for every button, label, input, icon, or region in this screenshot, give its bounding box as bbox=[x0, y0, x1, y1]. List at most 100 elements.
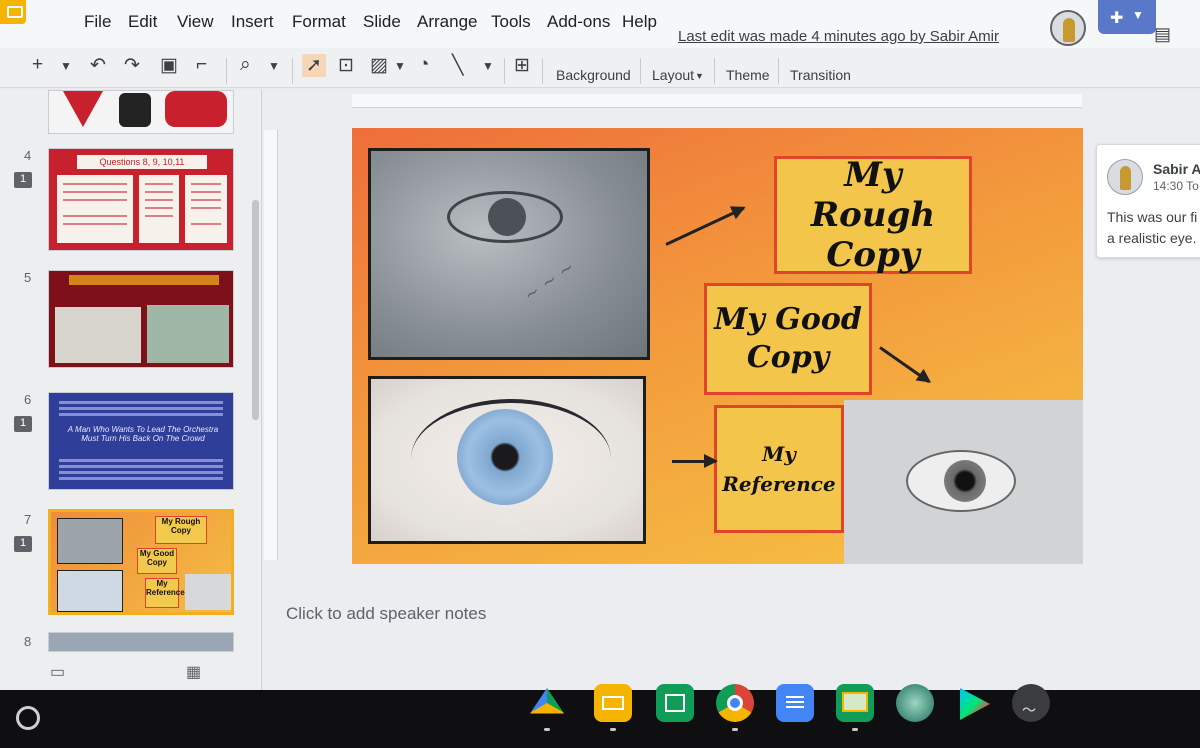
thumb-header bbox=[69, 275, 219, 285]
google-slides-icon[interactable] bbox=[594, 684, 632, 731]
commenter-avatar bbox=[1107, 159, 1143, 195]
slide-number: 5 bbox=[24, 270, 32, 285]
select-cursor-icon[interactable]: ➚ bbox=[302, 54, 326, 77]
arrow-to-good-copy[interactable] bbox=[879, 346, 931, 384]
horizontal-ruler bbox=[352, 94, 1082, 108]
slide-thumbnail-3-partial[interactable] bbox=[48, 90, 234, 134]
paint-format-icon[interactable]: ⌐ bbox=[196, 54, 207, 76]
menu-edit[interactable]: Edit bbox=[128, 12, 157, 32]
menu-addons[interactable]: Add-ons bbox=[547, 12, 610, 32]
comment-line: This was our fi bbox=[1107, 209, 1198, 225]
menu-slide[interactable]: Slide bbox=[363, 12, 401, 32]
toolbar-divider bbox=[542, 58, 543, 84]
last-edit-link[interactable]: Last edit was made 4 minutes ago by Sabi… bbox=[678, 28, 999, 45]
comment-author: Sabir A bbox=[1153, 161, 1200, 177]
theme-button[interactable]: Theme bbox=[726, 67, 770, 83]
slide-thumbnail-6[interactable]: A Man Who Wants To Lead The Orchestra Mu… bbox=[48, 392, 234, 490]
thumb-image bbox=[147, 305, 229, 363]
menu-arrange[interactable]: Arrange bbox=[417, 12, 477, 32]
current-slide[interactable]: ~ ~ ~ My Rough Copy My Good Copy My Refe… bbox=[352, 128, 1083, 564]
line-chevron-icon[interactable]: ▼ bbox=[482, 59, 494, 73]
toolbar: + ▼ ↶ ↷ ▣ ⌐ ⌕ ▼ ➚ ⊡ ▨ ▼ ◔ ╲ ▼ ⊞ Backgrou… bbox=[0, 48, 1200, 88]
comment-count-icon[interactable] bbox=[14, 536, 32, 552]
image-chevron-icon[interactable]: ▼ bbox=[394, 59, 406, 73]
speaker-notes-field[interactable]: Click to add speaker notes bbox=[286, 604, 486, 624]
google-docs-icon[interactable] bbox=[776, 684, 814, 722]
redo-icon[interactable]: ↷ bbox=[124, 54, 140, 77]
thumb-label: My Reference bbox=[145, 578, 185, 608]
user-avatar[interactable] bbox=[1050, 10, 1086, 46]
menu-tools[interactable]: Tools bbox=[491, 12, 531, 32]
comments-icon[interactable]: ▤ bbox=[1154, 24, 1171, 45]
zoom-icon[interactable]: ⌕ bbox=[240, 54, 251, 76]
thumb-text-box bbox=[57, 175, 133, 243]
slide-number: 6 bbox=[24, 392, 32, 407]
menu-bar: File Edit View Insert Format Slide Arran… bbox=[0, 0, 1200, 48]
new-slide-chevron-icon[interactable]: ▼ bbox=[60, 59, 72, 73]
addons-button[interactable]: ✚ ▼ bbox=[1098, 0, 1156, 34]
slide-thumbnail-4[interactable]: Questions 8, 9, 10,11 bbox=[48, 148, 234, 251]
slide-thumbnail-8-partial[interactable] bbox=[48, 632, 234, 652]
thumb-image bbox=[57, 518, 123, 564]
slide-thumbnail-7-selected[interactable]: My Rough Copy My Good Copy My Reference bbox=[48, 509, 234, 615]
layout-chevron-icon[interactable]: ▼ bbox=[695, 71, 704, 81]
fox-shape-icon bbox=[63, 91, 103, 127]
arrow-to-reference[interactable] bbox=[672, 454, 718, 468]
fox-figure-icon bbox=[165, 91, 227, 127]
slide-thumbnail-5[interactable] bbox=[48, 270, 234, 368]
slides-logo-icon[interactable] bbox=[0, 0, 26, 24]
slide-number: 8 bbox=[24, 634, 32, 649]
play-store-icon[interactable] bbox=[954, 684, 992, 722]
toolbar-divider bbox=[504, 58, 505, 84]
rough-copy-drawing-image[interactable]: ~ ~ ~ bbox=[368, 148, 650, 360]
text-box-icon[interactable]: ⊡ bbox=[338, 54, 354, 77]
slide-number: 7 bbox=[24, 512, 32, 527]
google-classroom-icon[interactable] bbox=[836, 684, 874, 731]
shape-icon[interactable]: ◔ bbox=[418, 54, 429, 76]
comment-count-icon[interactable] bbox=[14, 416, 32, 432]
label-rough-copy[interactable]: My Rough Copy bbox=[774, 155, 972, 275]
globe-app-icon[interactable] bbox=[896, 684, 934, 722]
comment-timestamp: 14:30 To bbox=[1153, 179, 1199, 193]
chevron-down-icon: ▼ bbox=[1132, 8, 1144, 22]
toolbar-divider bbox=[778, 58, 779, 84]
reference-eye-photo[interactable] bbox=[368, 376, 646, 544]
activity-app-icon[interactable]: 〜 bbox=[1012, 684, 1050, 722]
new-slide-plus-icon[interactable]: + bbox=[32, 54, 43, 76]
comment-count-icon[interactable] bbox=[14, 172, 32, 188]
menu-format[interactable]: Format bbox=[292, 12, 346, 32]
layout-button[interactable]: Layout bbox=[652, 67, 694, 83]
image-icon[interactable]: ▨ bbox=[370, 54, 388, 77]
google-drive-icon[interactable] bbox=[528, 684, 566, 731]
comment-text: This was our fi a realistic eye. bbox=[1107, 207, 1197, 249]
filmstrip-view-icon[interactable]: ▭ bbox=[50, 662, 65, 682]
chrome-icon[interactable] bbox=[716, 684, 754, 731]
label-good-copy[interactable]: My Good Copy bbox=[704, 283, 872, 395]
label-reference[interactable]: My Reference bbox=[714, 405, 844, 533]
zoom-chevron-icon[interactable]: ▼ bbox=[268, 59, 280, 73]
google-sheets-icon[interactable] bbox=[656, 684, 694, 722]
puzzle-icon: ✚ bbox=[1110, 10, 1124, 27]
filmstrip-scrollbar[interactable] bbox=[252, 200, 259, 420]
grid-view-icon[interactable]: ▦ bbox=[186, 662, 201, 682]
arrow-to-rough-copy[interactable] bbox=[665, 206, 745, 246]
insert-comment-icon[interactable]: ⊞ bbox=[514, 54, 530, 77]
transition-button[interactable]: Transition bbox=[790, 67, 851, 83]
menu-view[interactable]: View bbox=[177, 12, 214, 32]
launcher-icon[interactable] bbox=[16, 706, 40, 730]
menu-file[interactable]: File bbox=[84, 12, 111, 32]
toolbar-divider bbox=[226, 58, 227, 84]
menu-insert[interactable]: Insert bbox=[231, 12, 274, 32]
blue-iris-icon bbox=[457, 409, 553, 505]
undo-icon[interactable]: ↶ bbox=[90, 54, 106, 77]
background-button[interactable]: Background bbox=[556, 67, 631, 83]
good-copy-drawing-image[interactable] bbox=[844, 400, 1083, 564]
comment-card[interactable]: Sabir A 14:30 To This was our fi a reali… bbox=[1096, 144, 1200, 258]
line-icon[interactable]: ╲ bbox=[452, 54, 463, 77]
toolbar-divider bbox=[292, 58, 293, 84]
print-icon[interactable]: ▣ bbox=[160, 54, 178, 77]
pencil-eye-icon bbox=[906, 450, 1016, 512]
menu-help[interactable]: Help bbox=[622, 12, 657, 32]
thumb-label: My Good Copy bbox=[137, 548, 177, 574]
toolbar-divider bbox=[714, 58, 715, 84]
